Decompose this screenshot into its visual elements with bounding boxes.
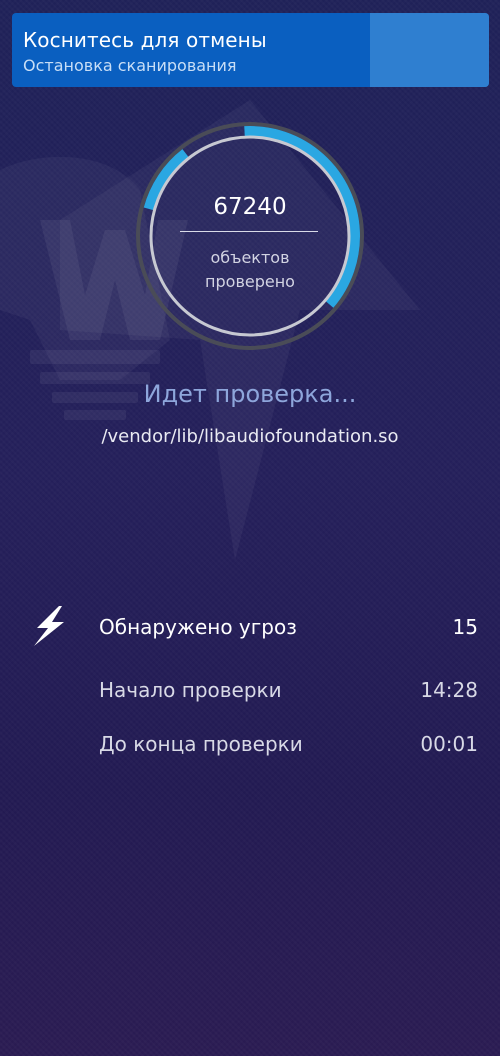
lightning-bolt-icon [34,606,64,646]
banner-title: Коснитесь для отмены [23,28,267,52]
banner-subtitle: Остановка сканирования [23,56,237,75]
current-file-path: /vendor/lib/libaudiofoundation.so [101,426,399,447]
scan-start-label: Начало проверки [99,678,282,702]
ring-divider [180,231,318,232]
threats-found-value: 15 [452,615,478,639]
scan-progress-ring: 67240 объектов проверено [134,120,366,352]
scan-status-text: Идет проверка... [143,380,357,408]
cancel-scan-banner[interactable]: Коснитесь для отмены Остановка сканирова… [12,13,489,87]
threats-found-label: Обнаружено угроз [99,615,297,639]
objects-checked-label: объектов проверено [134,246,366,294]
banner-accent-panel [370,13,489,87]
objects-label-line2: проверено [205,272,295,291]
scan-start-value: 14:28 [420,678,478,702]
progress-ring-graphic [136,122,364,350]
time-remaining-label: До конца проверки [99,732,303,756]
objects-label-line1: объектов [210,248,290,267]
time-remaining-value: 00:01 [420,732,478,756]
objects-checked-count: 67240 [213,194,287,220]
